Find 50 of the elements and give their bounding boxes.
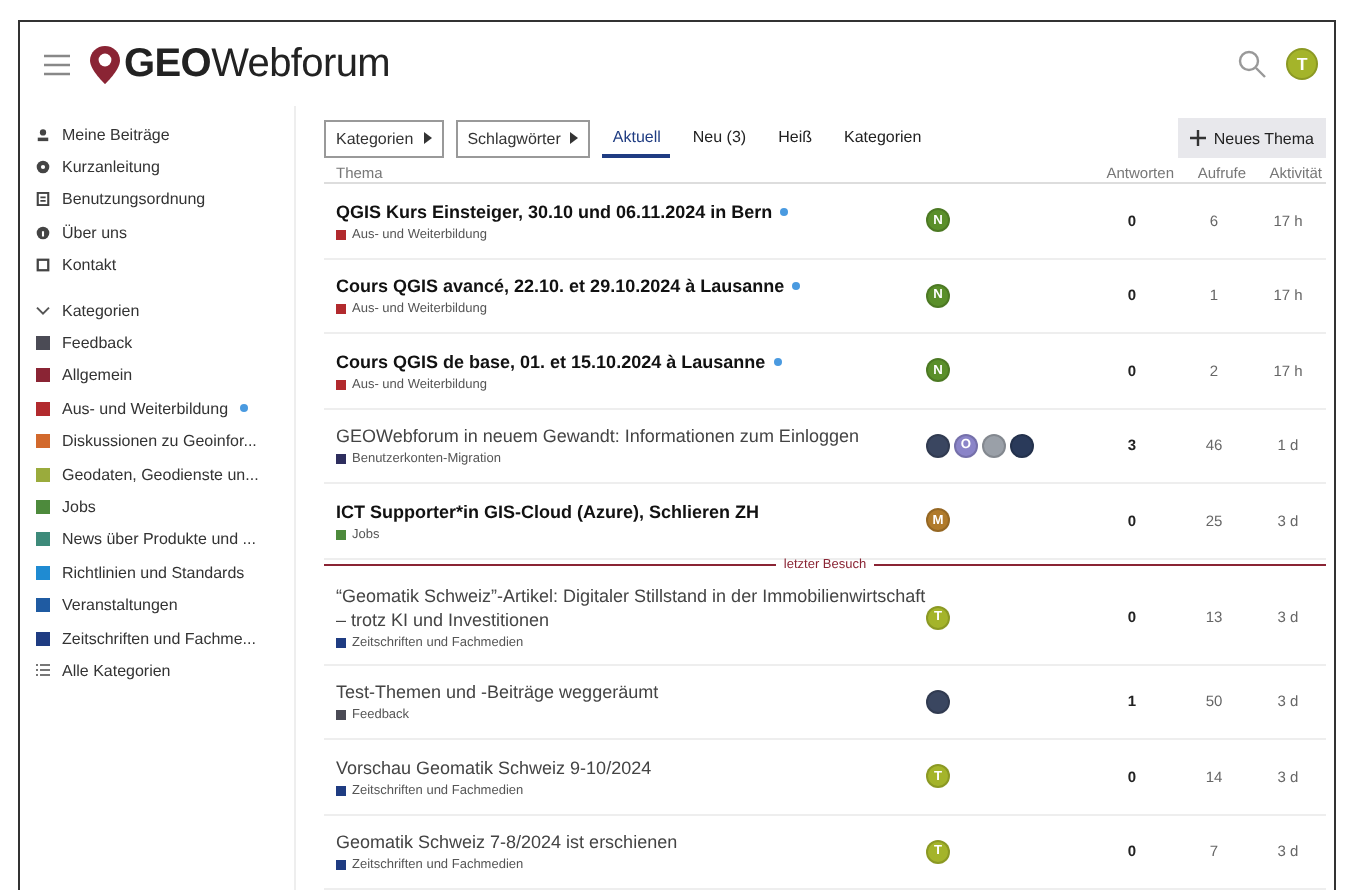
square-icon: [36, 258, 50, 273]
sidebar-link[interactable]: Kurzanleitung: [62, 158, 160, 177]
category-link[interactable]: Jobs: [62, 497, 96, 516]
topic-title[interactable]: ICT Supporter*in GIS-Cloud (Azure), Schlieren ZH: [336, 499, 760, 524]
topic-title[interactable]: Vorschau Geomatik Schweiz 9-10/2024: [336, 755, 652, 780]
nav-tab[interactable]: Kategorien: [833, 118, 932, 158]
nav-tab[interactable]: Aktuell: [602, 118, 671, 158]
plus-icon: [1189, 130, 1206, 146]
help-icon: [36, 160, 50, 175]
topic-title[interactable]: Cours QGIS de base, 01. et 15.10.2024 à Lausanne: [336, 349, 766, 374]
category-link[interactable]: Diskussionen zu Geoinfor...: [62, 432, 257, 451]
search-icon[interactable]: [1238, 50, 1266, 78]
nav-tab[interactable]: Neu (3): [682, 118, 757, 158]
new-topic-button[interactable]: Neues Thema: [1177, 118, 1326, 158]
user-avatar[interactable]: [1010, 433, 1034, 458]
category-link[interactable]: News über Produkte und ...: [62, 530, 256, 549]
user-avatar[interactable]: [926, 689, 950, 714]
category-link[interactable]: Alle Kategorien: [62, 661, 171, 680]
category-link[interactable]: Feedback: [62, 334, 133, 353]
caret-icon: [423, 132, 432, 144]
sidebar-link[interactable]: Benutzungsordnung: [62, 190, 206, 209]
user-avatar[interactable]: [926, 433, 950, 458]
topic-title[interactable]: QGIS Kurs Einsteiger, 30.10 und 06.11.2024 in Bern: [336, 199, 773, 224]
menu-icon[interactable]: [44, 53, 70, 75]
sidebar-link[interactable]: Über uns: [62, 223, 127, 242]
chevron-icon[interactable]: [36, 305, 50, 316]
list-icon: [36, 664, 50, 677]
filter-dropdown[interactable]: Kategorien: [324, 119, 444, 157]
nav-tab[interactable]: Heiß: [768, 118, 822, 158]
filter-dropdown[interactable]: Schlagwörter: [455, 119, 591, 157]
caret-icon: [570, 132, 579, 144]
topic-title[interactable]: GEOWebforum in neuem Gewandt: Informationen zum Einloggen: [336, 424, 859, 449]
category-link[interactable]: Veranstaltungen: [62, 596, 178, 615]
sidebar-section-heading[interactable]: Kategorien: [62, 301, 140, 320]
topic-title[interactable]: Cours QGIS avancé, 22.10. et 29.10.2024 à Lausanne: [336, 274, 785, 299]
category-link[interactable]: Zeitschriften und Fachme...: [62, 629, 256, 648]
category-link[interactable]: Aus- und Weiterbildung: [62, 399, 229, 418]
topic-title[interactable]: Geomatik Schweiz 7-8/2024 ist erschienen: [336, 830, 678, 855]
user-icon: [36, 127, 50, 142]
site-logo[interactable]: GEOWebforum: [124, 41, 391, 87]
sidebar-link[interactable]: Kontakt: [62, 256, 117, 275]
sidebar-link[interactable]: Meine Beiträge: [62, 125, 170, 144]
topic-title[interactable]: “Geomatik Schweiz”-Artikel: Digitaler Stillstand in der Immobilienwirtschaft – trotz KI und Investitionen: [336, 583, 926, 633]
category-link[interactable]: Geodaten, Geodienste un...: [62, 465, 259, 484]
category-link[interactable]: Richtlinien und Standards: [62, 563, 245, 582]
category-link[interactable]: Allgemein: [62, 366, 133, 385]
info-icon: [36, 225, 50, 240]
document-icon: [36, 192, 50, 207]
map-pin-icon: [90, 45, 120, 83]
topic-title[interactable]: Test-Themen und -Beiträge weggeräumt: [336, 680, 659, 705]
